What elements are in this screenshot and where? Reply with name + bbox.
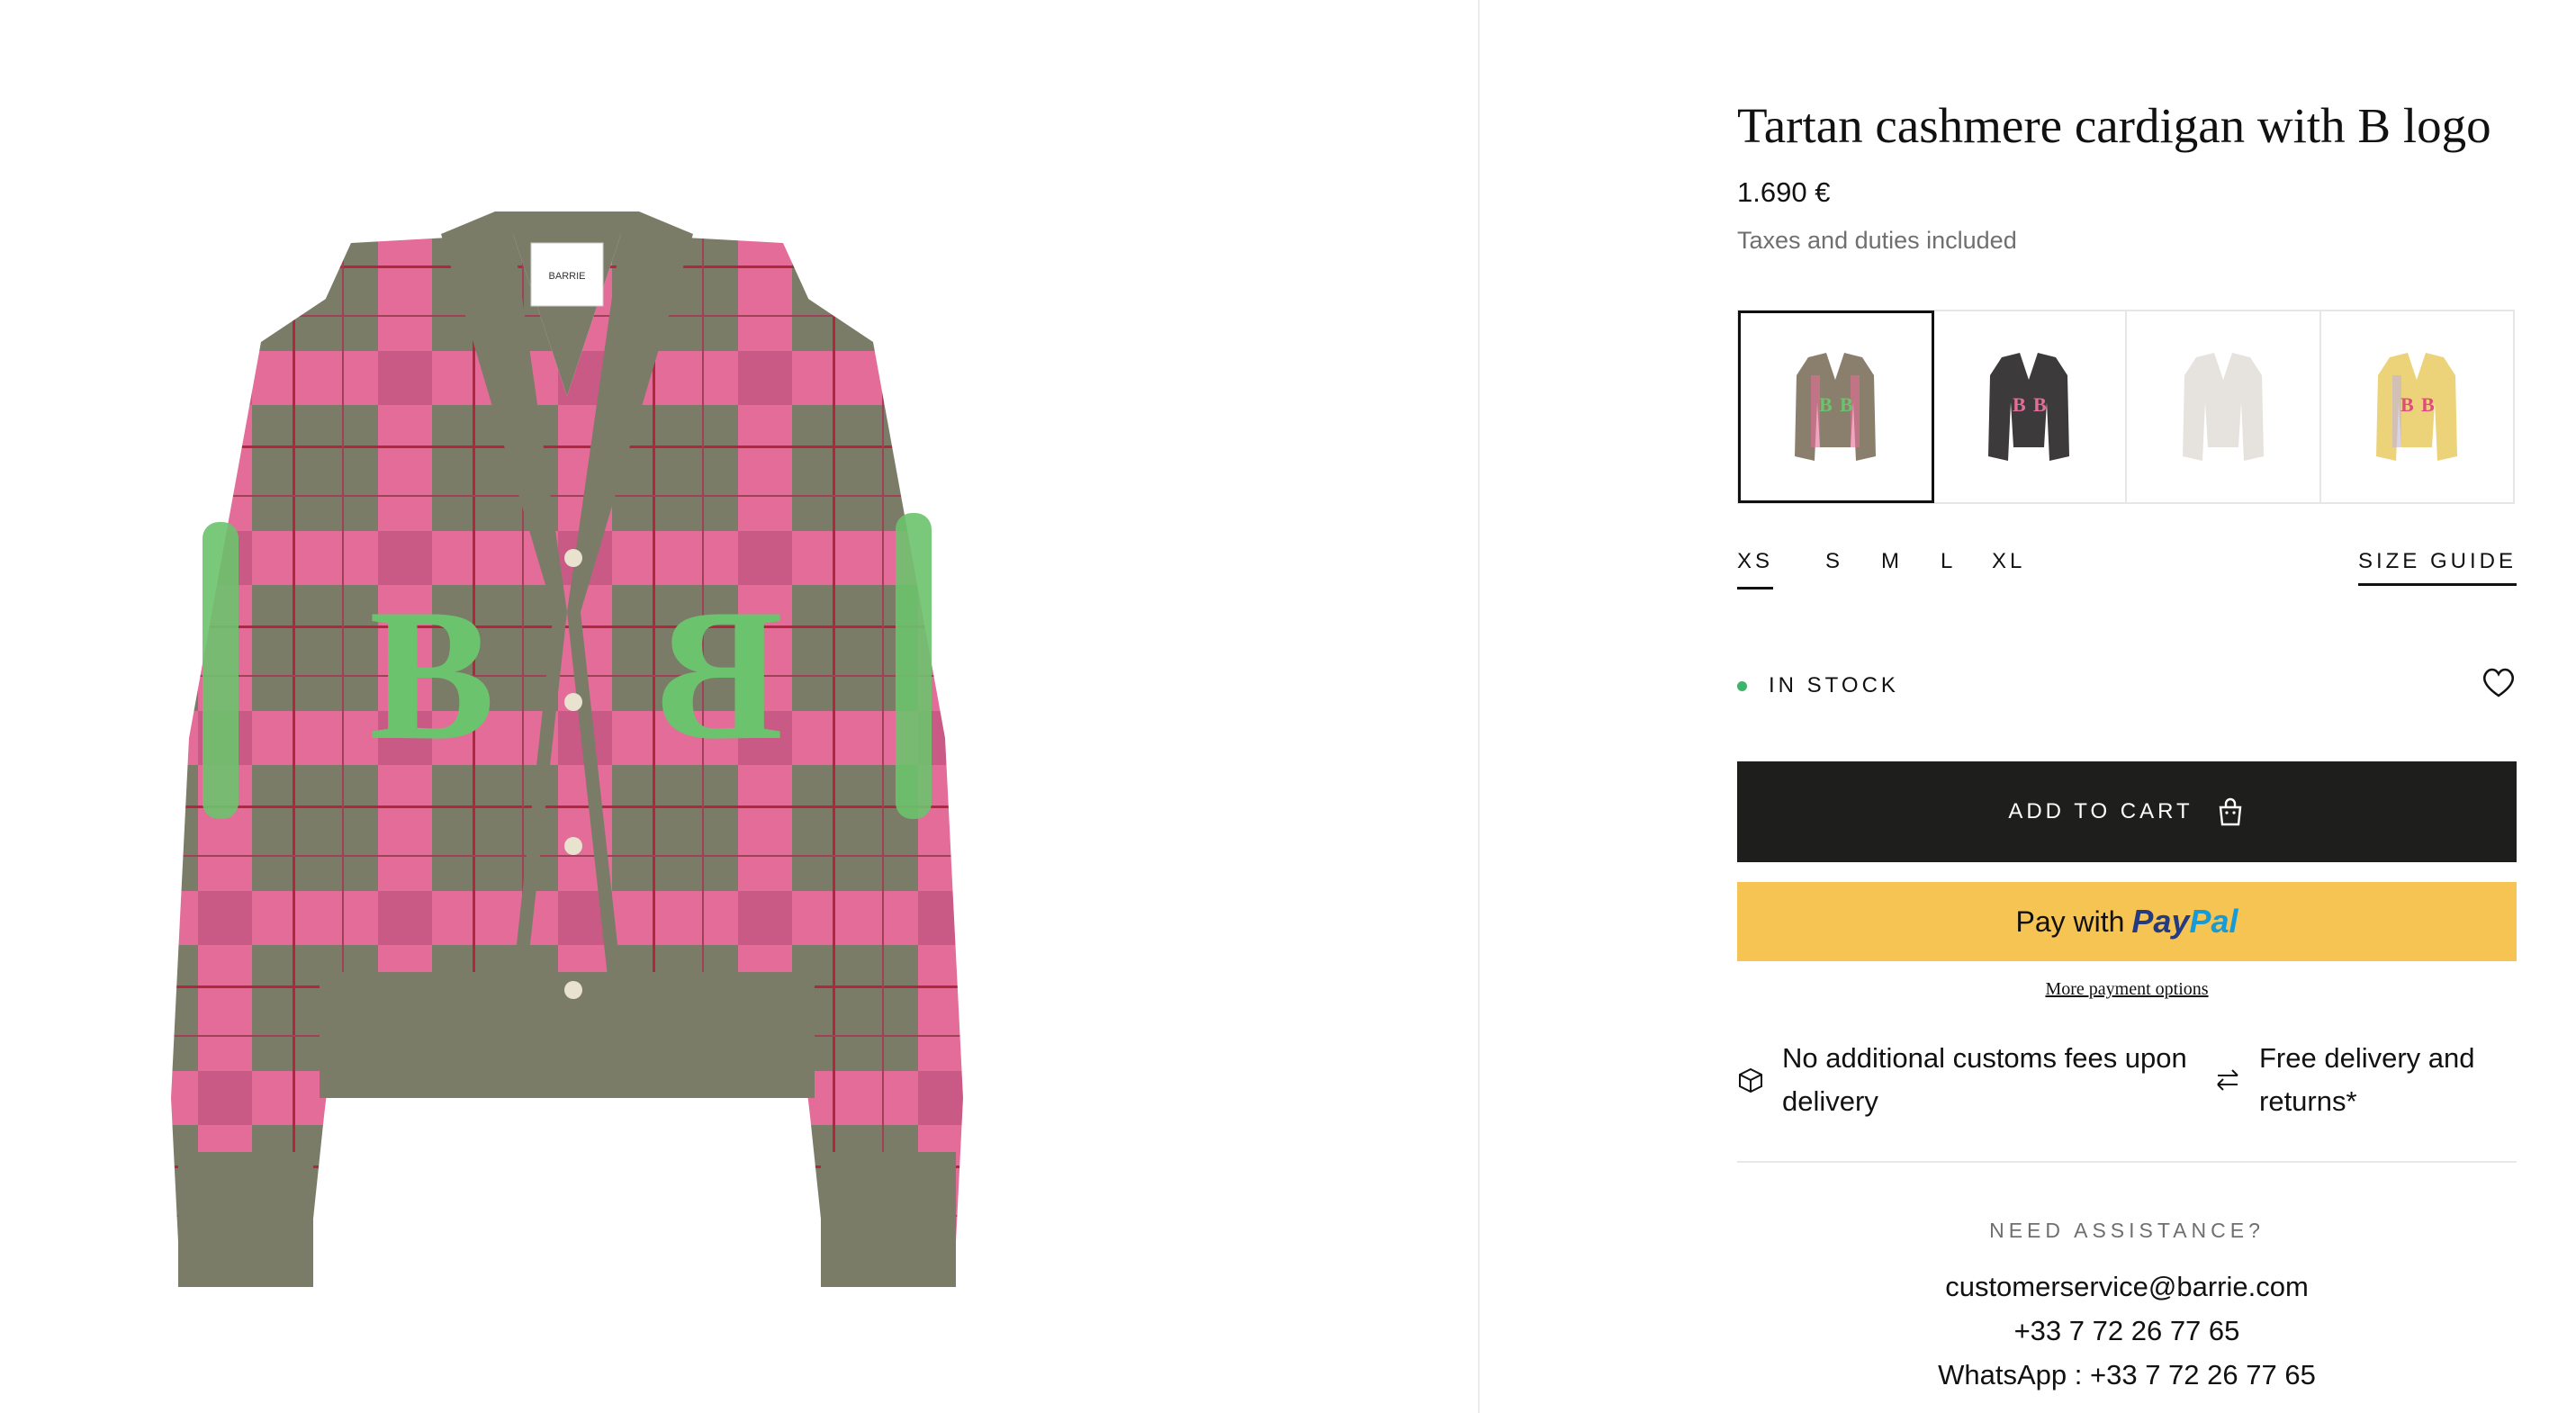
assistance-email-link[interactable]: customerservice@barrie.com: [1737, 1271, 2517, 1303]
column-divider: [1478, 0, 1480, 1413]
box-icon: [1739, 1067, 1762, 1094]
section-divider: [1737, 1161, 2517, 1163]
size-l[interactable]: L: [1941, 549, 1956, 587]
more-payment-options-link[interactable]: More payment options: [1737, 979, 2517, 1000]
product-price: 1.690 €: [1737, 176, 1831, 208]
feature-list: No additional customs fees upon delivery…: [1737, 1037, 2517, 1136]
swatch-green-pink[interactable]: BB: [1738, 310, 1934, 503]
assistance-whatsapp-link[interactable]: WhatsApp : +33 7 72 26 77 65: [1737, 1359, 2517, 1391]
stock-label: IN STOCK: [1769, 673, 1899, 698]
feature-customs-line2: delivery: [1782, 1085, 1878, 1117]
feature-customs-line1: No additional customs fees upon: [1782, 1042, 2187, 1074]
wishlist-heart-icon[interactable]: [2481, 666, 2517, 698]
feature-delivery: Free delivery and returns*: [2214, 1037, 2475, 1123]
svg-text:B: B: [2400, 393, 2414, 416]
paypal-logo-pay: Pay: [2131, 903, 2190, 940]
feature-customs: No additional customs fees upon delivery: [1737, 1037, 2187, 1123]
add-to-cart-button[interactable]: ADD TO CART: [1737, 761, 2517, 862]
exchange-icon: [2217, 1069, 2238, 1091]
assistance-phone-link[interactable]: +33 7 72 26 77 65: [1737, 1315, 2517, 1347]
svg-text:B: B: [657, 571, 783, 779]
product-title: Tartan cashmere cardigan with B logo: [1737, 98, 2491, 153]
cardigan-illustration: BARRIE B B: [171, 212, 963, 1287]
svg-text:B: B: [1819, 393, 1833, 416]
color-swatches: BB BB BB: [1737, 310, 2515, 504]
svg-text:B: B: [2033, 393, 2047, 416]
svg-text:B: B: [2421, 393, 2435, 416]
size-selector: XS S M L XL SIZE GUIDE: [1737, 549, 2517, 590]
swatch-yellow[interactable]: BB: [2321, 311, 2514, 502]
add-to-cart-label: ADD TO CART: [2008, 799, 2193, 824]
stock-status: IN STOCK: [1737, 673, 1899, 698]
size-s[interactable]: S: [1825, 549, 1843, 587]
shopping-bag-icon: [2219, 797, 2242, 826]
swatch-white[interactable]: [2127, 311, 2321, 502]
svg-text:B: B: [369, 571, 495, 779]
size-guide-link[interactable]: SIZE GUIDE: [2357, 549, 2517, 586]
tax-note: Taxes and duties included: [1737, 227, 2017, 254]
size-m[interactable]: M: [1881, 549, 1903, 587]
svg-text:B: B: [1840, 393, 1853, 416]
paypal-button[interactable]: Pay with Pay Pal: [1737, 882, 2517, 961]
assistance-title: NEED ASSISTANCE?: [1989, 1219, 2265, 1242]
stock-dot-icon: [1737, 680, 1747, 691]
size-xl[interactable]: XL: [1992, 549, 2025, 587]
product-image[interactable]: BARRIE B B: [135, 108, 999, 1350]
swatch-charcoal[interactable]: BB: [1933, 311, 2127, 502]
size-xs[interactable]: XS: [1737, 549, 1774, 590]
feature-delivery-line2: returns*: [2259, 1085, 2357, 1117]
paypal-prefix: Pay with: [2015, 904, 2125, 938]
product-info: Tartan cashmere cardigan with B logo 1.6…: [1737, 0, 2520, 1413]
brand-label-text: BARRIE: [549, 271, 586, 282]
svg-text:B: B: [2013, 393, 2026, 416]
feature-delivery-line1: Free delivery and: [2259, 1042, 2475, 1074]
paypal-logo-pal: Pal: [2189, 903, 2238, 940]
